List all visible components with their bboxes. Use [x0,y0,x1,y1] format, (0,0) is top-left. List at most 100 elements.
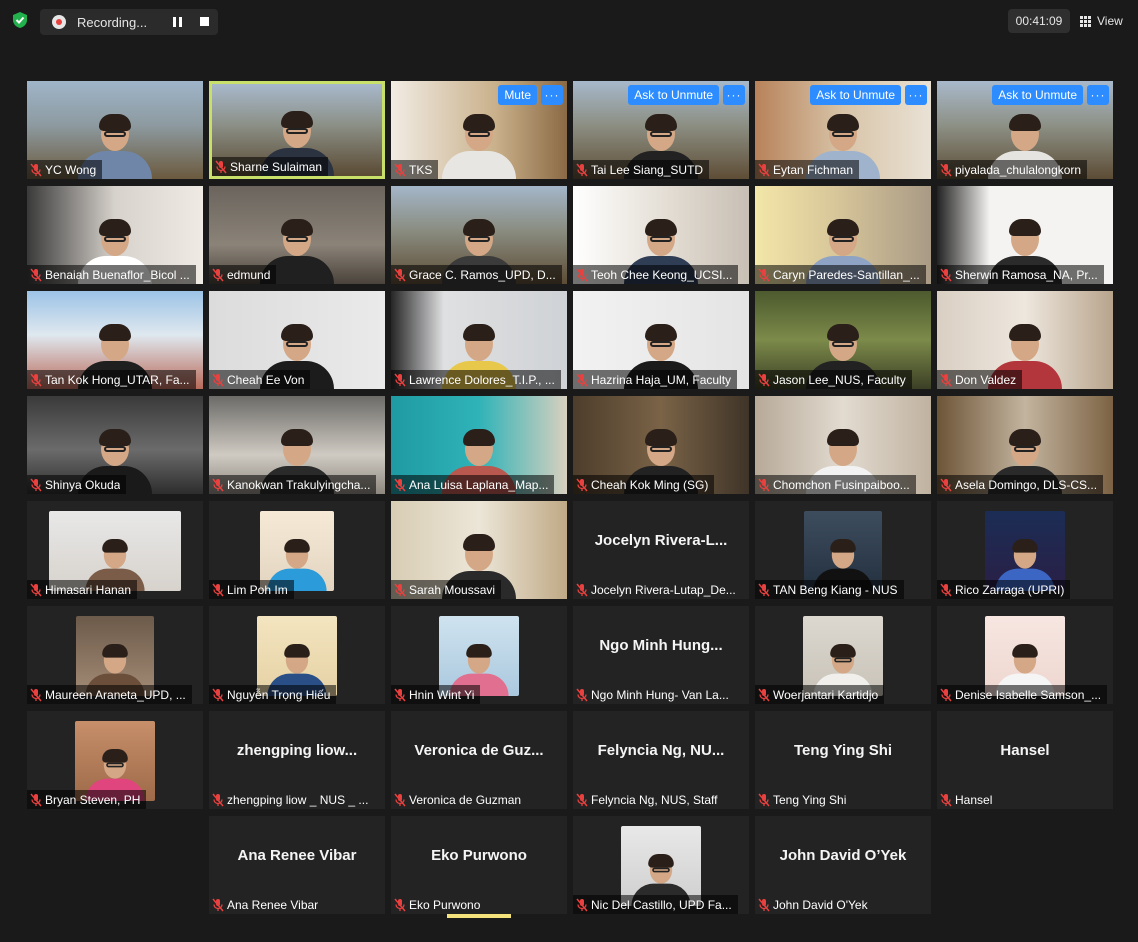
participant-name: Teoh Chee Keong_UCSI... [591,267,733,282]
participant-tile-jocelyn-rivera-lutap-de[interactable]: Jocelyn Rivera-L... Jocelyn Rivera-Lutap_… [573,501,749,599]
participant-tile-tan-kok-hong-utar-fa[interactable]: Tan Kok Hong_UTAR, Fa... [27,291,203,389]
participant-tile-piyalada-chulalongkorn[interactable]: piyalada_chulalongkorn Ask to Unmute ··· [937,81,1113,179]
participant-tile-cheah-kok-ming-sg[interactable]: Cheah Kok Ming (SG) [573,396,749,494]
ask-to-unmute-button[interactable]: Ask to Unmute [992,85,1083,105]
participant-name-label: Veronica de Guzman [391,790,527,809]
participant-tile-cheah-ee-von[interactable]: Cheah Ee Von [209,291,385,389]
participant-tile-nguy-n-tr-ng-hi-u[interactable]: Nguyễn Trọng Hiếu [209,606,385,704]
participant-tile-asela-domingo-dls-cs[interactable]: Asela Domingo, DLS-CS... [937,396,1113,494]
participant-tile-teng-ying-shi[interactable]: Teng Ying Shi Teng Ying Shi [755,711,931,809]
participant-tile-caryn-paredes-santillan[interactable]: Caryn Paredes-Santillan_... [755,186,931,284]
participant-tile-eytan-fichman[interactable]: Eytan Fichman Ask to Unmute ··· [755,81,931,179]
participant-profile-photo [76,616,154,696]
participant-tile-edmund[interactable]: edmund [209,186,385,284]
participant-profile-photo [621,826,701,906]
participant-tile-tan-beng-kiang-nus[interactable]: TAN Beng Kiang - NUS [755,501,931,599]
muted-microphone-icon [27,265,45,284]
participant-tile-ana-renee-vibar[interactable]: Ana Renee Vibar Ana Renee Vibar [209,816,385,914]
participant-tile-eko-purwono[interactable]: Eko Purwono Eko Purwono [391,816,567,914]
more-options-button[interactable]: ··· [905,85,927,105]
muted-microphone-icon [573,160,591,179]
participant-profile-photo [804,511,882,591]
muted-microphone-icon [573,265,591,284]
participant-tile-hnin-wint-yi[interactable]: Hnin Wint Yi [391,606,567,704]
participant-tile-jason-lee-nus-faculty[interactable]: Jason Lee_NUS, Faculty [755,291,931,389]
participant-name: Sarah Moussavi [409,582,496,597]
participant-name-label: YC Wong [27,160,103,179]
participant-tile-sarah-moussavi[interactable]: Sarah Moussavi [391,501,567,599]
participant-tile-lawrence-dolores-t-i-p[interactable]: Lawrence Dolores_T.I.P., ... [391,291,567,389]
participant-tile-lim-poh-im[interactable]: Lim Poh Im [209,501,385,599]
participant-name: Don Valdez [955,372,1017,387]
participant-name-label: Caryn Paredes-Santillan_... [755,265,926,284]
mute-button[interactable]: Mute [498,85,537,105]
participant-tile-hazrina-haja-um-faculty[interactable]: Hazrina Haja_UM, Faculty [573,291,749,389]
participant-name: Hnin Wint Yi [409,687,475,702]
muted-microphone-icon [209,265,227,284]
participant-tile-teoh-chee-keong-ucsi[interactable]: Teoh Chee Keong_UCSI... [573,186,749,284]
participant-profile-photo [985,616,1065,696]
participant-tile-ngo-minh-hung-van-la[interactable]: Ngo Minh Hung... Ngo Minh Hung- Van La... [573,606,749,704]
ask-to-unmute-button[interactable]: Ask to Unmute [810,85,901,105]
participant-tile-shinya-okuda[interactable]: Shinya Okuda [27,396,203,494]
participant-name-label: Shinya Okuda [27,475,127,494]
participant-name-label: Maureen Araneta_UPD, ... [27,685,192,704]
participant-name-label: Ana Renee Vibar [209,895,324,914]
participant-tile-grace-c-ramos-upd-d[interactable]: Grace C. Ramos_UPD, D... [391,186,567,284]
participant-name-label: Ana Luisa Laplana_Map... [391,475,555,494]
participant-tile-tai-lee-siang-sutd[interactable]: Tai Lee Siang_SUTD Ask to Unmute ··· [573,81,749,179]
participant-tile-sherwin-ramosa-na-pr[interactable]: Sherwin Ramosa_NA, Pr... [937,186,1113,284]
participant-tile-zhengping-liow-nus[interactable]: zhengping liow... zhengping liow _ NUS _ … [209,711,385,809]
more-options-button[interactable]: ··· [1087,85,1109,105]
participant-display-name: Ngo Minh Hung... [599,637,723,654]
participant-name-label: Cheah Kok Ming (SG) [573,475,715,494]
muted-microphone-icon [937,265,955,284]
ask-to-unmute-button[interactable]: Ask to Unmute [628,85,719,105]
muted-microphone-icon [937,580,955,599]
participant-tile-hansel[interactable]: Hansel Hansel [937,711,1113,809]
participant-tile-denise-isabelle-samson[interactable]: Denise Isabelle Samson_... [937,606,1113,704]
more-options-button[interactable]: ··· [541,85,563,105]
muted-microphone-icon [391,685,409,704]
participant-profile-photo [75,721,155,801]
participant-tile-yc-wong[interactable]: YC Wong [27,81,203,179]
participant-name-label: Nguyễn Trọng Hiếu [209,685,337,704]
participant-tile-maureen-araneta-upd[interactable]: Maureen Araneta_UPD, ... [27,606,203,704]
muted-microphone-icon [755,475,773,494]
participant-tile-tks[interactable]: TKS Mute ··· [391,81,567,179]
participant-profile-photo [439,616,519,696]
participant-tile-woerjantari-kartidjo[interactable]: Woerjantari Kartidjo [755,606,931,704]
muted-microphone-icon [573,370,591,389]
participant-name: Sherwin Ramosa_NA, Pr... [955,267,1098,282]
participant-tile-himasari-hanan[interactable]: Himasari Hanan [27,501,203,599]
participant-name-label: Jocelyn Rivera-Lutap_De... [573,580,742,599]
participant-tile-kanokwan-trakulyingcha[interactable]: Kanokwan Trakulyingcha... [209,396,385,494]
participant-tile-rico-zarraga-upri[interactable]: Rico Zarraga (UPRI) [937,501,1113,599]
muted-microphone-icon [391,790,409,809]
participant-name: YC Wong [45,162,97,177]
participant-name: Jason Lee_NUS, Faculty [773,372,906,387]
participant-name: TAN Beng Kiang - NUS [773,582,898,597]
participant-tile-chomchon-fusinpaiboo[interactable]: Chomchon Fusinpaiboo... [755,396,931,494]
participant-name: Teng Ying Shi [773,792,847,807]
participant-tile-felyncia-ng-nus-staff[interactable]: Felyncia Ng, NU... Felyncia Ng, NUS, Staf… [573,711,749,809]
participant-name: Benaiah Buenaflor_Bicol ... [45,267,190,282]
muted-microphone-icon [27,685,45,704]
participant-tile-sharne-sulaiman[interactable]: Sharne Sulaiman [209,81,385,179]
participant-name: Eytan Fichman [773,162,854,177]
participant-tile-bryan-steven-ph[interactable]: Bryan Steven, PH [27,711,203,809]
participant-display-name: Ana Renee Vibar [237,847,357,864]
participant-name-label: Nic Del Castillo, UPD Fa... [573,895,738,914]
more-options-button[interactable]: ··· [723,85,745,105]
participant-tile-ana-luisa-laplana-map[interactable]: Ana Luisa Laplana_Map... [391,396,567,494]
participant-name: Hazrina Haja_UM, Faculty [591,372,732,387]
participant-name: Cheah Ee Von [227,372,305,387]
participant-tile-john-david-o-yek[interactable]: John David O’Yek John David O'Yek [755,816,931,914]
participant-tile-benaiah-buenaflor-bicol[interactable]: Benaiah Buenaflor_Bicol ... [27,186,203,284]
participant-tile-veronica-de-guzman[interactable]: Veronica de Guz... Veronica de Guzman [391,711,567,809]
participant-tile-nic-del-castillo-upd-fa[interactable]: Nic Del Castillo, UPD Fa... [573,816,749,914]
participant-name: Maureen Araneta_UPD, ... [45,687,186,702]
participant-name: Felyncia Ng, NUS, Staff [591,792,718,807]
muted-microphone-icon [755,265,773,284]
participant-tile-don-valdez[interactable]: Don Valdez [937,291,1113,389]
